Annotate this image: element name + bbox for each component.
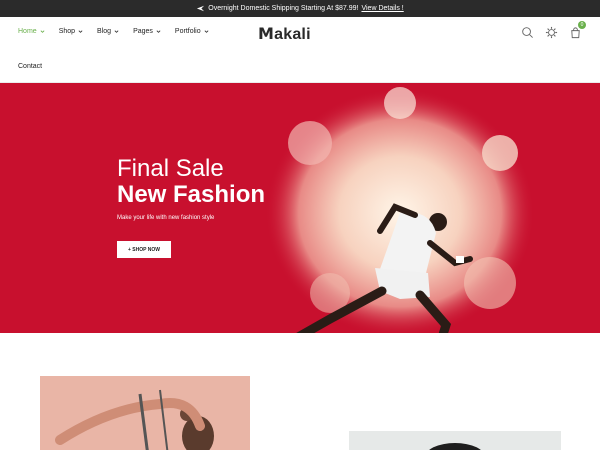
nav-item-portfolio[interactable]: Portfolio [175, 28, 209, 35]
nav-item-pages[interactable]: Pages [133, 28, 161, 35]
airplane-icon [197, 5, 205, 12]
chevron-down-icon [114, 30, 119, 33]
shop-now-button[interactable]: + SHOP NOW [117, 241, 171, 258]
nav-item-label: Pages [133, 28, 153, 35]
nav-item-label: Shop [58, 28, 76, 35]
product-photo [429, 443, 481, 450]
shipping-message: Overnight Domestic Shipping Starting At … [208, 5, 359, 12]
chevron-down-icon [156, 30, 161, 33]
woman-photo [55, 389, 214, 450]
nav-item-label: Blog [97, 28, 112, 35]
view-details-link[interactable]: View Details ! [361, 5, 403, 12]
hero-title-line2: New Fashion [117, 181, 266, 208]
nav-item-label: Portfolio [174, 28, 201, 35]
announcement-bar: Overnight Domestic Shipping Starting At … [0, 0, 600, 17]
runner-illustration [296, 203, 473, 333]
cart-count-badge: 0 [578, 21, 586, 29]
product-tile-woman[interactable] [40, 376, 250, 450]
nav-item-blog[interactable]: Blog [97, 28, 119, 35]
nav-item-home[interactable]: Home [18, 28, 45, 35]
logo-text: akali [274, 26, 311, 43]
product-tile-right[interactable] [349, 431, 561, 450]
chevron-down-icon [78, 30, 83, 33]
main-nav: Home Shop Blog Pages Portfolio [18, 28, 209, 35]
logo-initial: M [258, 24, 275, 43]
search-icon[interactable] [521, 26, 534, 39]
hero-text-block: Final Sale New Fashion Make your life wi… [117, 155, 266, 222]
nav-item-shop[interactable]: Shop [59, 28, 83, 35]
cart-button[interactable]: 0 [569, 21, 586, 39]
chevron-down-icon [40, 30, 45, 33]
gear-icon[interactable] [545, 26, 558, 39]
hero-subtitle: Make your life with new fashion style [117, 215, 215, 221]
site-header: Home Shop Blog Pages Portfolio Contact M… [0, 17, 600, 83]
nav-item-contact[interactable]: Contact [18, 63, 42, 70]
nav-item-label: Home [18, 28, 37, 35]
chevron-down-icon [204, 30, 209, 33]
site-logo[interactable]: Makali [258, 24, 311, 44]
header-icons: 0 [521, 21, 586, 39]
hero-banner: Final Sale New Fashion Make your life wi… [0, 83, 600, 333]
hero-title-line1: Final Sale [117, 155, 224, 182]
